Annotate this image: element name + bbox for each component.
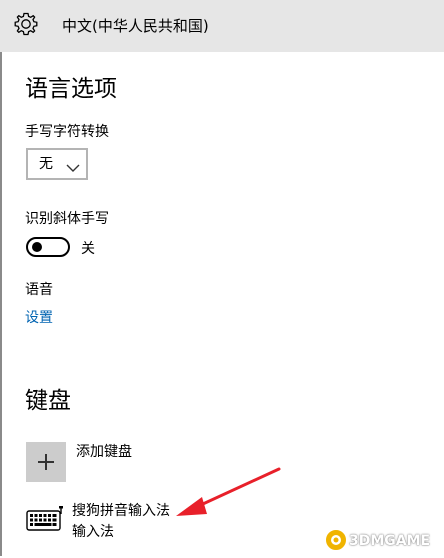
- italic-handwriting-label: 识别斜体手写: [25, 211, 109, 227]
- annotation-arrow: [170, 462, 282, 524]
- settings-button[interactable]: [0, 0, 52, 52]
- keyboard-item-subtitle: 输入法: [72, 524, 114, 540]
- handwriting-conversion-dropdown[interactable]: 无: [26, 148, 88, 180]
- add-keyboard-label[interactable]: 添加键盘: [76, 442, 132, 462]
- title-bar: 中文(中华人民共和国): [0, 0, 444, 52]
- chevron-down-icon: [66, 158, 80, 177]
- keyboard-icon: [26, 506, 64, 536]
- italic-handwriting-toggle[interactable]: [26, 237, 70, 257]
- keyboard-item-name: 搜狗拼音输入法: [72, 503, 170, 519]
- page-title: 中文(中华人民共和国): [62, 17, 209, 35]
- speech-settings-link[interactable]: 设置: [25, 308, 53, 328]
- toggle-state-label: 关: [81, 241, 95, 257]
- language-options-heading: 语言选项: [25, 76, 117, 102]
- window-edge: [0, 52, 2, 556]
- toggle-knob: [32, 242, 42, 252]
- watermark-logo: [322, 526, 350, 558]
- gear-icon: [13, 11, 39, 41]
- dropdown-selected-value: 无: [39, 156, 53, 172]
- watermark-text: 3DMGAME: [349, 533, 431, 549]
- add-keyboard-button[interactable]: [26, 442, 66, 482]
- handwriting-conversion-label: 手写字符转换: [25, 124, 109, 140]
- keyboard-heading: 键盘: [25, 388, 71, 414]
- speech-label: 语音: [25, 282, 53, 298]
